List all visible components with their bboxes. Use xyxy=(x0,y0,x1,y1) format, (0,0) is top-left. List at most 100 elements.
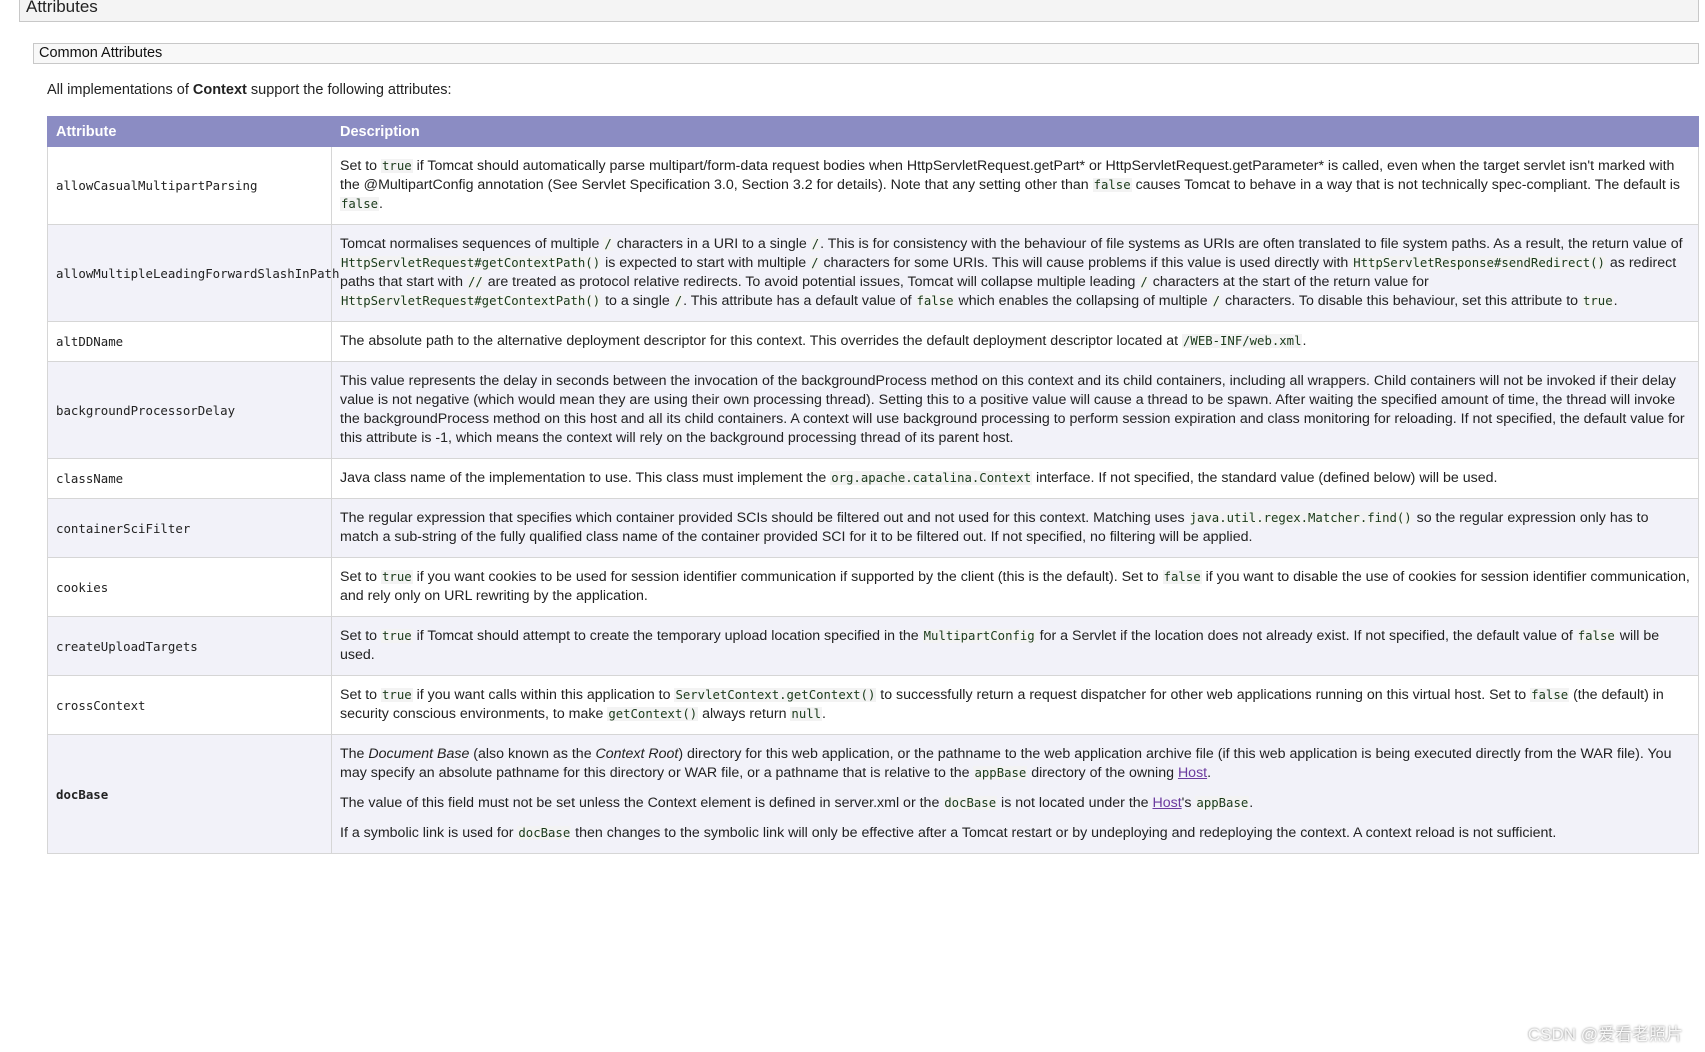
table-row: createUploadTargets Set to true if Tomcat… xyxy=(47,616,1699,676)
attribute-description: Set to true if you want cookies to be us… xyxy=(331,557,1699,617)
attribute-description: Set to true if Tomcat should attempt to … xyxy=(331,616,1699,676)
description-text: Set to xyxy=(340,687,382,703)
description-text: if you want cookies to be used for sessi… xyxy=(412,569,1163,585)
description-paragraph: If a symbolic link is used for docBase t… xyxy=(340,824,1690,843)
attribute-name: createUploadTargets xyxy=(47,616,332,676)
code-snippet: / xyxy=(1139,275,1149,289)
section-header-attributes: Attributes xyxy=(19,0,1699,22)
description-text: The absolute path to the alternative dep… xyxy=(340,333,1183,349)
table-header-row: Attribute Description xyxy=(47,116,1699,147)
code-snippet: false xyxy=(1530,688,1570,702)
table-body: allowCasualMultipartParsing Set to true i… xyxy=(47,146,1699,854)
section-title: Attributes xyxy=(26,0,98,16)
description-text: (also known as the xyxy=(469,746,596,762)
table-row: altDDName The absolute path to the altern… xyxy=(47,321,1699,362)
attribute-description: The absolute path to the alternative dep… xyxy=(331,321,1699,362)
intro-text: All implementations of Context support t… xyxy=(47,82,452,98)
intro-bold: Context xyxy=(192,82,247,98)
description-text: characters in a URI to a single xyxy=(612,236,811,252)
code-snippet: ServletContext.getContext() xyxy=(674,688,877,702)
code-snippet: false xyxy=(1092,178,1132,192)
host-link[interactable]: Host xyxy=(1153,795,1182,811)
description-text: The regular expression that specifies wh… xyxy=(340,510,1189,526)
table-row: containerSciFilter The regular expression… xyxy=(47,498,1699,558)
description-text: . xyxy=(1302,333,1307,349)
description-text: characters at the start of the return va… xyxy=(1148,274,1429,290)
table-row: allowCasualMultipartParsing Set to true i… xyxy=(47,146,1699,225)
description-text: for a Servlet if the location does not a… xyxy=(1035,628,1577,644)
code-snippet: // xyxy=(466,275,484,289)
description-text: 's xyxy=(1181,795,1196,811)
code-snippet: HttpServletRequest#getContextPath() xyxy=(340,256,602,270)
code-snippet: getContext() xyxy=(607,707,699,721)
code-snippet: false xyxy=(1162,570,1202,584)
description-text: . xyxy=(1613,293,1618,309)
table-row: backgroundProcessorDelay This value repre… xyxy=(47,361,1699,459)
intro-before: All implementations of xyxy=(47,82,193,98)
code-snippet: appBase xyxy=(973,766,1028,780)
description-text: The xyxy=(340,746,369,762)
attribute-description: The Document Base (also known as the Con… xyxy=(331,734,1699,854)
attribute-description: This value represents the delay in secon… xyxy=(331,361,1699,459)
subsection-header-common-attributes: Common Attributes xyxy=(33,43,1699,64)
description-text: This value represents the delay in secon… xyxy=(340,373,1685,446)
code-snippet: / xyxy=(810,237,821,251)
code-snippet: appBase xyxy=(1195,796,1250,810)
code-snippet: / xyxy=(810,256,820,270)
description-text: which enables the collapsing of multiple xyxy=(954,293,1212,309)
subsection-title: Common Attributes xyxy=(39,45,163,61)
description-text: if Tomcat should attempt to create the t… xyxy=(412,628,923,644)
code-snippet: true xyxy=(381,159,413,173)
table-row: cookies Set to true if you want cookies t… xyxy=(47,557,1699,617)
description-text: if you want calls within this applicatio… xyxy=(412,687,675,703)
description-text: Set to xyxy=(340,158,382,174)
description-text: interface. If not specified, the standar… xyxy=(1032,470,1498,486)
code-snippet: org.apache.catalina.Context xyxy=(830,471,1033,485)
table-row: docBase The Document Base (also known as … xyxy=(47,734,1699,854)
description-text: . xyxy=(379,196,383,212)
attribute-description: Set to true if Tomcat should automatical… xyxy=(331,146,1699,225)
attribute-description: The regular expression that specifies wh… xyxy=(331,498,1699,558)
code-snippet: true xyxy=(381,629,413,643)
code-snippet: false xyxy=(340,197,380,211)
code-snippet: true xyxy=(381,688,413,702)
code-snippet: /WEB-INF/web.xml xyxy=(1182,334,1303,348)
description-text: to successfully return a request dispatc… xyxy=(876,687,1531,703)
code-snippet: false xyxy=(1576,629,1616,643)
description-paragraph: The value of this field must not be set … xyxy=(340,794,1690,813)
attribute-name: crossContext xyxy=(47,675,332,735)
attribute-name: containerSciFilter xyxy=(47,498,332,558)
code-snippet: / xyxy=(673,294,684,308)
description-text: . This attribute has a default value of xyxy=(683,293,916,309)
attribute-description: Java class name of the implementation to… xyxy=(331,458,1699,499)
code-snippet: true xyxy=(1581,294,1614,308)
code-snippet: MultipartConfig xyxy=(922,629,1036,643)
host-link[interactable]: Host xyxy=(1178,765,1207,781)
code-snippet: null xyxy=(790,707,823,721)
code-snippet: true xyxy=(381,570,413,584)
description-text: . xyxy=(1207,765,1212,781)
attributes-table: Attribute Description allowCasualMultipa… xyxy=(47,116,1699,854)
description-text: to a single xyxy=(601,293,674,309)
code-snippet: HttpServletResponse#sendRedirect() xyxy=(1352,256,1606,270)
description-text: . xyxy=(822,706,826,722)
code-snippet: docBase xyxy=(517,826,572,840)
code-snippet: docBase xyxy=(943,796,998,810)
attribute-description: Set to true if you want calls within thi… xyxy=(331,675,1699,735)
description-text: are treated as protocol relative redirec… xyxy=(483,274,1140,290)
description-text: Set to xyxy=(340,628,382,644)
description-text: is not located under the xyxy=(997,795,1153,811)
description-text: then changes to the symbolic link will o… xyxy=(571,825,1557,841)
description-text: characters for some URIs. This will caus… xyxy=(819,255,1353,271)
attribute-name: allowMultipleLeadingForwardSlashInPath xyxy=(47,224,339,322)
attribute-name: backgroundProcessorDelay xyxy=(47,361,332,459)
header-attribute: Attribute xyxy=(47,116,332,147)
description-text: Tomcat normalises sequences of multiple xyxy=(340,236,604,252)
code-snippet: / xyxy=(1211,294,1222,308)
description-text: The value of this field must not be set … xyxy=(340,795,944,811)
description-text: . This is for consistency with the behav… xyxy=(820,236,1683,252)
attribute-name: className xyxy=(47,458,332,499)
intro-after: support the following attributes: xyxy=(246,82,452,98)
table-row: crossContext Set to true if you want call… xyxy=(47,675,1699,735)
header-description: Description xyxy=(331,116,1699,147)
